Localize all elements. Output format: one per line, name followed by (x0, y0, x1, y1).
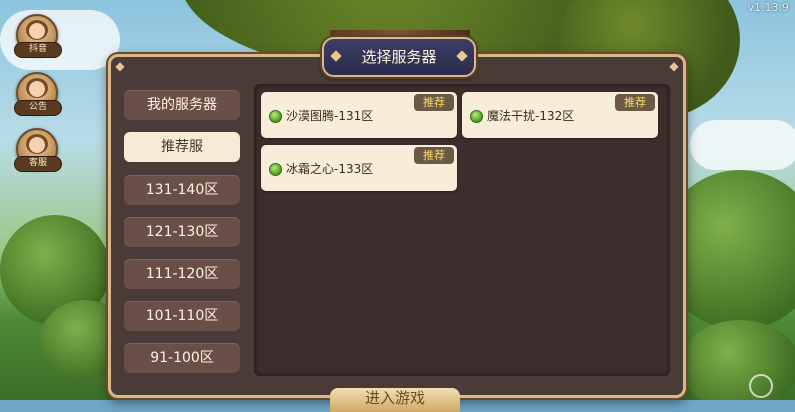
server-name: 魔法干扰-132区 (487, 109, 575, 123)
diamond-ornament-icon (330, 50, 342, 62)
version-label: v1.13.9 (747, 1, 790, 14)
support-avatar-icon (26, 134, 48, 154)
swipe-indicator-icon (749, 374, 773, 398)
recommend-badge: 推荐 (414, 94, 454, 111)
status-online-icon (269, 110, 282, 123)
tab-111-120[interactable]: 111-120区 (124, 259, 240, 289)
dialog-title-plaque: 选择服务器 (322, 37, 476, 77)
server-name: 沙漠图腾-131区 (286, 109, 374, 123)
server-card[interactable]: 魔法干扰-132区 推荐 (462, 92, 658, 138)
status-online-icon (470, 110, 483, 123)
tab-label: 131-140区 (145, 182, 219, 198)
dialog-title: 选择服务器 (361, 48, 437, 66)
tab-91-100[interactable]: 91-100区 (124, 343, 240, 373)
side-button-label: 客服 (14, 156, 62, 172)
ornament-icon: ◆ (115, 59, 125, 73)
tab-label: 我的服务器 (147, 97, 217, 113)
side-button-douyin[interactable]: 抖音 (14, 14, 62, 58)
recommend-badge: 推荐 (414, 147, 454, 164)
tab-121-130[interactable]: 121-130区 (124, 217, 240, 247)
tab-my-servers[interactable]: 我的服务器 (124, 90, 240, 120)
status-online-icon (269, 163, 282, 176)
tab-recommended[interactable]: 推荐服 (124, 132, 240, 162)
character-avatar-icon (26, 20, 48, 40)
diamond-ornament-icon (456, 50, 468, 62)
tab-131-140[interactable]: 131-140区 (124, 175, 240, 205)
side-button-label: 公告 (14, 100, 62, 116)
tab-label: 121-130区 (145, 224, 219, 240)
tab-label: 推荐服 (161, 139, 203, 155)
ornament-icon: ◆ (669, 59, 679, 73)
recommend-badge: 推荐 (615, 94, 655, 111)
server-card[interactable]: 冰霜之心-133区 推荐 (261, 145, 457, 191)
server-name: 冰霜之心-133区 (286, 162, 374, 176)
announcement-avatar-icon (26, 78, 48, 98)
tab-label: 101-110区 (145, 308, 219, 324)
enter-game-button[interactable]: 进入游戏 (330, 388, 460, 412)
tab-label: 111-120区 (145, 266, 219, 282)
side-button-label: 抖音 (14, 42, 62, 58)
server-card[interactable]: 沙漠图腾-131区 推荐 (261, 92, 457, 138)
tab-101-110[interactable]: 101-110区 (124, 301, 240, 331)
side-button-support[interactable]: 客服 (14, 128, 62, 172)
side-button-announcement[interactable]: 公告 (14, 72, 62, 116)
tab-label: 91-100区 (150, 350, 214, 366)
